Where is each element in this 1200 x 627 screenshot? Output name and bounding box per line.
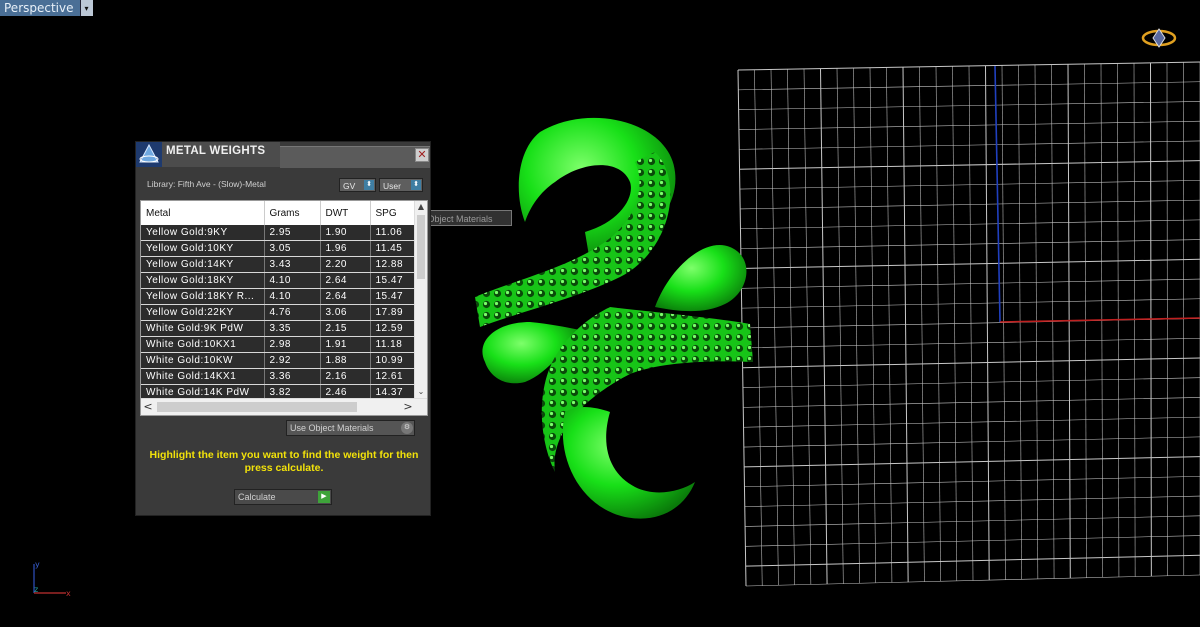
table-cell: 1.96 — [320, 240, 371, 257]
scroll-thumb[interactable] — [157, 402, 357, 412]
plugin-logo-icon — [136, 142, 162, 167]
metal-weights-dialog: METAL WEIGHTS ✕ Library: Fifth Ave - (Sl… — [135, 141, 431, 516]
table-cell: 17.89 — [370, 304, 416, 321]
metal-table-grid: Metal Grams DWT SPG Yellow Gold:9KY 2.95 1.90… — [141, 201, 416, 401]
table-row[interactable]: Yellow Gold:9KY 2.95 1.90 11.06 — [141, 225, 416, 241]
table-cell: White Gold:9K PdW — [141, 320, 265, 337]
metal-table[interactable]: Metal Grams DWT SPG Yellow Gold:9KY 2.95 1.90… — [140, 200, 428, 416]
table-cell: 2.95 — [264, 225, 321, 241]
table-cell: 2.64 — [320, 288, 371, 305]
dialog-tabstrip — [280, 146, 430, 168]
table-cell: White Gold:10KW — [141, 352, 265, 369]
calculate-button[interactable]: Calculate ▶ — [234, 489, 332, 505]
table-cell: 3.43 — [264, 256, 321, 273]
scroll-down-icon[interactable]: ⌄ — [415, 386, 427, 398]
gv-dropdown-label: GV — [343, 181, 356, 191]
lower-hook-shape — [562, 407, 695, 519]
table-row[interactable]: Yellow Gold:14KY 3.43 2.20 12.88 — [141, 256, 416, 273]
table-row[interactable]: White Gold:9K PdW 3.35 2.15 12.59 — [141, 320, 416, 337]
table-row[interactable]: White Gold:14KX1 3.36 2.16 12.61 — [141, 368, 416, 385]
column-header[interactable]: Grams — [264, 201, 321, 225]
table-cell: 2.98 — [264, 336, 321, 353]
table-cell: 15.47 — [370, 288, 416, 305]
table-cell: 4.10 — [264, 272, 321, 289]
table-cell: Yellow Gold:9KY — [141, 225, 265, 241]
column-header[interactable]: Metal — [141, 201, 265, 225]
table-cell: Yellow Gold:18KY R... — [141, 288, 265, 305]
table-cell: 10.99 — [370, 352, 416, 369]
column-header[interactable]: SPG — [370, 201, 416, 225]
user-dropdown-label: User — [383, 181, 401, 191]
dialog-title: METAL WEIGHTS — [162, 142, 280, 167]
axis-triad-icon: y z x — [33, 560, 71, 598]
table-cell: 11.45 — [370, 240, 416, 257]
table-cell: 2.15 — [320, 320, 371, 337]
play-icon: ▶ — [318, 491, 330, 503]
scroll-left-icon[interactable]: < — [141, 399, 155, 415]
x-axis-line — [999, 317, 1200, 323]
table-cell: 15.47 — [370, 272, 416, 289]
table-cell: 3.36 — [264, 368, 321, 385]
table-cell: 3.35 — [264, 320, 321, 337]
table-row[interactable]: White Gold:10KX1 2.98 1.91 11.18 — [141, 336, 416, 353]
table-cell: 12.88 — [370, 256, 416, 273]
chevron-down-icon: ⬍ — [364, 180, 374, 190]
gv-dropdown[interactable]: GV ⬍ — [339, 178, 376, 192]
table-cell: Yellow Gold:10KY — [141, 240, 265, 257]
scroll-up-icon[interactable]: ▲ — [415, 201, 427, 213]
user-dropdown[interactable]: User ⬍ — [379, 178, 423, 192]
table-cell: 1.88 — [320, 352, 371, 369]
close-icon[interactable]: ✕ — [415, 148, 429, 162]
table-horizontal-scrollbar[interactable]: < > — [141, 398, 427, 415]
table-cell: Yellow Gold:14KY — [141, 256, 265, 273]
calculate-label: Calculate — [238, 492, 276, 502]
use-object-materials-label: Use Object Materials — [290, 423, 374, 433]
scroll-thumb[interactable] — [417, 215, 425, 279]
table-cell: 2.20 — [320, 256, 371, 273]
instruction-text: Highlight the item you want to find the … — [149, 449, 419, 474]
table-cell: 1.90 — [320, 225, 371, 241]
axis-y-label: y — [35, 560, 40, 569]
table-cell: White Gold:14KX1 — [141, 368, 265, 385]
column-header[interactable]: DWT — [320, 201, 371, 225]
chevron-down-icon: ⬍ — [411, 180, 421, 190]
table-row[interactable]: Yellow Gold:10KY 3.05 1.96 11.45 — [141, 240, 416, 257]
dialog-header[interactable]: METAL WEIGHTS ✕ — [136, 142, 430, 168]
table-cell: Yellow Gold:22KY — [141, 304, 265, 321]
right-teardrop-shape — [655, 245, 747, 312]
upper-pave-band — [475, 152, 671, 327]
table-cell: 4.10 — [264, 288, 321, 305]
y-axis-line — [994, 65, 1001, 323]
table-cell: 12.59 — [370, 320, 416, 337]
use-object-materials-button[interactable]: Use Object Materials ⚙ — [286, 420, 415, 436]
view-cube-icon[interactable] — [1141, 26, 1177, 50]
axis-z-label: z — [34, 585, 38, 594]
axis-x-label: x — [66, 589, 71, 598]
table-row[interactable]: Yellow Gold:18KY 4.10 2.64 15.47 — [141, 272, 416, 289]
table-vertical-scrollbar[interactable]: ▲ ⌄ — [414, 201, 427, 398]
table-cell: 3.06 — [320, 304, 371, 321]
ring-model[interactable] — [470, 112, 760, 527]
scroll-right-icon[interactable]: > — [401, 399, 415, 415]
table-cell: 2.16 — [320, 368, 371, 385]
table-cell: 2.64 — [320, 272, 371, 289]
table-cell: 11.06 — [370, 225, 416, 241]
table-cell: 1.91 — [320, 336, 371, 353]
table-row[interactable]: Yellow Gold:22KY 4.76 3.06 17.89 — [141, 304, 416, 321]
table-cell: Yellow Gold:18KY — [141, 272, 265, 289]
table-row[interactable]: White Gold:10KW 2.92 1.88 10.99 — [141, 352, 416, 369]
table-cell: 4.76 — [264, 304, 321, 321]
table-cell: 11.18 — [370, 336, 416, 353]
option-icon: ⚙ — [401, 422, 413, 434]
library-label: Library: Fifth Ave - (Slow)-Metal — [147, 179, 266, 189]
table-cell: White Gold:10KX1 — [141, 336, 265, 353]
table-row[interactable]: Yellow Gold:18KY R... 4.10 2.64 15.47 — [141, 288, 416, 305]
table-cell: 3.05 — [264, 240, 321, 257]
table-cell: 2.92 — [264, 352, 321, 369]
table-cell: 12.61 — [370, 368, 416, 385]
